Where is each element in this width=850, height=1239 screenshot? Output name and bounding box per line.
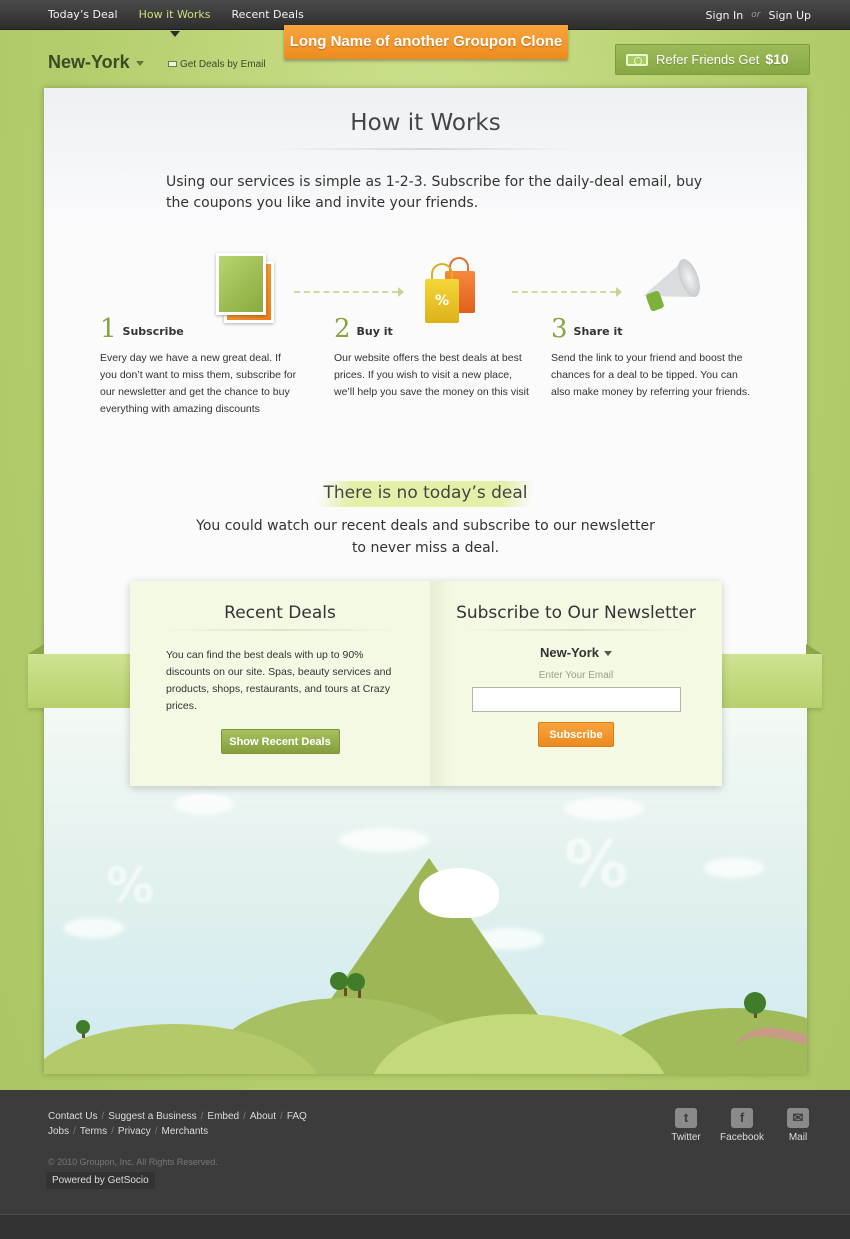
footer-link-contact-us[interactable]: Contact Us (48, 1111, 97, 1122)
deals-newsletter-box: Recent Deals You can find the best deals… (130, 581, 722, 786)
tree (347, 973, 365, 991)
no-deal-message: You could watch our recent deals and sub… (44, 515, 807, 559)
email-label: Enter Your Email (538, 670, 614, 681)
auth-links: Sign In or Sign Up (706, 0, 811, 30)
step-description: Every day we have a new great deal. If y… (100, 352, 297, 415)
social-label: Twitter (671, 1132, 701, 1143)
nav-how-it-works[interactable]: How it Works (139, 0, 211, 30)
social-label: Mail (788, 1132, 808, 1143)
sign-in-link[interactable]: Sign In (706, 9, 744, 22)
refer-friends-button[interactable]: Refer Friends Get $10 (615, 44, 810, 75)
step-subscribe: 1 Subscribe Every day we have a new grea… (100, 314, 300, 418)
social-facebook[interactable]: f Facebook (718, 1108, 766, 1143)
city-name: New-York (48, 52, 130, 72)
step-share-it: 3 Share it Send the link to your friend … (551, 314, 751, 401)
site-title-logo[interactable]: Long Name of another Groupon Clone (284, 25, 568, 59)
intro-text: Using our services is simple as 1-2-3. S… (166, 174, 703, 211)
copyright: © 2010 Groupon, Inc. All Rights Reserved… (48, 1157, 218, 1167)
step-title: Buy it (356, 325, 393, 338)
footer: Contact Us / Suggest a Business / Embed / Abou… (0, 1090, 850, 1239)
subscribe-button[interactable]: Subscribe (538, 722, 614, 747)
tree (330, 972, 348, 990)
footer-links: Contact Us / Suggest a Business / Embed / Abou… (48, 1109, 307, 1139)
chevron-down-icon (604, 651, 612, 657)
social-label: Facebook (720, 1132, 764, 1143)
footer-link-suggest-business[interactable]: Suggest a Business (108, 1111, 196, 1122)
mountain-snow (419, 868, 499, 918)
footer-link-jobs[interactable]: Jobs (48, 1126, 69, 1137)
page-title: How it Works (350, 110, 501, 136)
mail-icon: ✉ (787, 1108, 809, 1128)
envelope-icon (168, 61, 177, 68)
nav-todays-deal[interactable]: Today’s Deal (48, 0, 118, 30)
tree (76, 1020, 90, 1034)
tree (744, 992, 766, 1014)
no-deal-heading: There is no today’s deal (323, 483, 528, 503)
footer-link-embed[interactable]: Embed (207, 1111, 239, 1122)
footer-link-terms[interactable]: Terms (80, 1126, 107, 1137)
no-deal-line-2: to never miss a deal. (351, 540, 500, 556)
step-arrow-1 (294, 287, 404, 297)
show-recent-deals-button[interactable]: Show Recent Deals (220, 729, 340, 754)
sign-up-link[interactable]: Sign Up (768, 9, 811, 22)
recent-deals-title: Recent Deals (224, 603, 336, 623)
refer-label: Refer Friends Get (656, 52, 760, 67)
recent-deals-section: Recent Deals You can find the best deals… (130, 581, 430, 786)
newsletter-city-name: New-York (540, 645, 599, 660)
chevron-down-icon (135, 60, 144, 66)
twitter-icon: t (675, 1108, 697, 1128)
footer-link-faq[interactable]: FAQ (287, 1111, 307, 1122)
email-input[interactable] (471, 687, 681, 712)
step-arrow-2 (512, 287, 622, 297)
step-description: Send the link to your friend and boost t… (551, 352, 751, 398)
step-buy-it: 2 Buy it Our website offers the best dea… (334, 314, 534, 401)
newsletter-section: Subscribe to Our Newsletter New-York Ent… (430, 581, 722, 786)
step-title: Subscribe (122, 325, 184, 338)
step-number: 1 (100, 314, 117, 344)
facebook-icon: f (731, 1108, 753, 1128)
cash-icon (626, 54, 648, 66)
city-selector[interactable]: New-York (48, 52, 144, 73)
percent-decoration: % (106, 858, 155, 914)
get-deals-label: Get Deals by Email (180, 59, 266, 70)
footer-links-row-2: Jobs / Terms / Privacy / Merchants (48, 1126, 209, 1137)
step-description: Our website offers the best deals at bes… (334, 352, 529, 398)
newsletter-title: Subscribe to Our Newsletter (456, 603, 696, 623)
get-deals-by-email-link[interactable]: Get Deals by Email (168, 59, 266, 70)
step-number: 3 (551, 314, 568, 344)
footer-link-privacy[interactable]: Privacy (118, 1126, 151, 1137)
or-separator: or (751, 10, 761, 20)
step-title: Share it (573, 325, 623, 338)
footer-link-merchants[interactable]: Merchants (162, 1126, 209, 1137)
powered-by-link[interactable]: Powered by GetSocio (46, 1172, 155, 1189)
social-twitter[interactable]: t Twitter (662, 1108, 710, 1143)
footer-links-row-1: Contact Us / Suggest a Business / Embed / Abou… (48, 1111, 307, 1122)
newsletter-city-selector[interactable]: New-York (430, 631, 722, 660)
footer-link-about[interactable]: About (250, 1111, 276, 1122)
social-mail[interactable]: ✉ Mail (774, 1108, 822, 1143)
step-number: 2 (334, 314, 351, 344)
recent-deals-text: You can find the best deals with up to 9… (166, 649, 392, 712)
title-divider (270, 148, 580, 150)
no-deal-line-1: You could watch our recent deals and sub… (196, 518, 655, 534)
footer-bottom-bar (0, 1214, 850, 1239)
refer-amount: $10 (765, 51, 789, 67)
